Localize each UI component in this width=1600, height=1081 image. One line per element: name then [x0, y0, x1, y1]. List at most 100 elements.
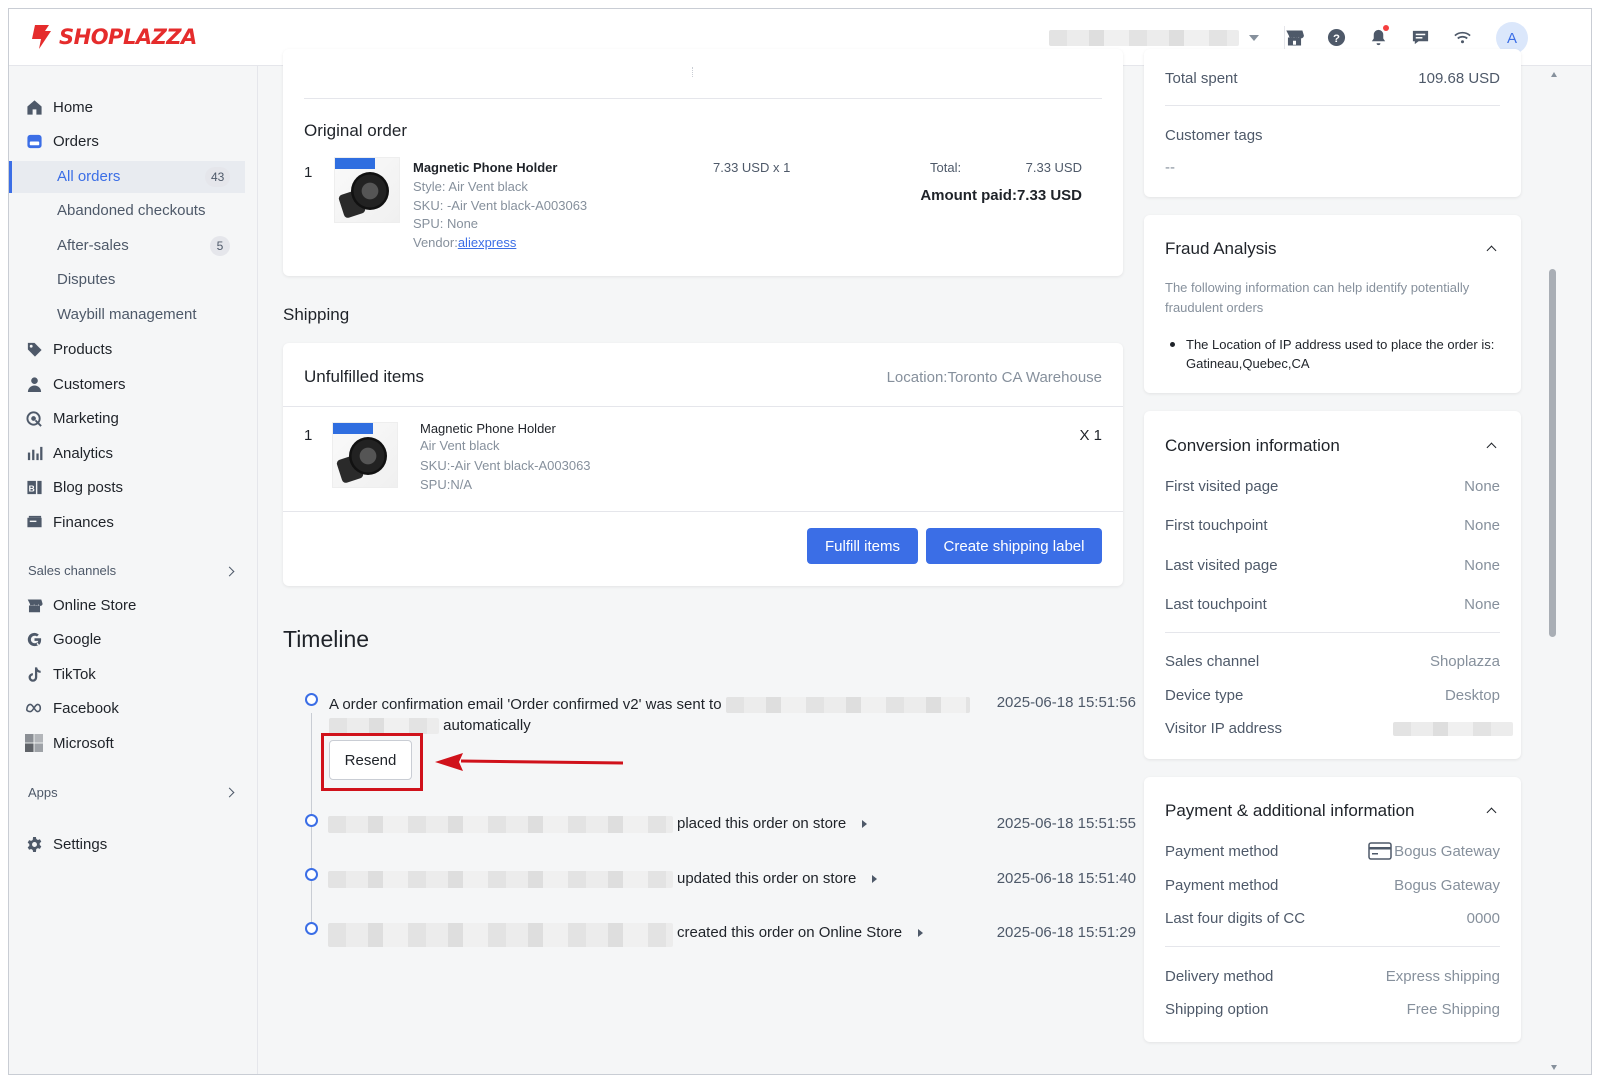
timeline-event[interactable]: created this order on Online Store [677, 924, 924, 941]
scrollbar-thumb[interactable] [1549, 269, 1556, 637]
payment-method-label: Payment method [1165, 877, 1279, 894]
sidebar-item-label: Settings [53, 835, 108, 853]
chat-icon[interactable] [1408, 25, 1432, 49]
divider [692, 67, 693, 77]
product-vendor: Vendor:aliexpress [413, 235, 516, 250]
timeline-event[interactable]: placed this order on store [677, 815, 868, 832]
thumbnail-disc [349, 437, 387, 475]
bar-chart-icon [25, 444, 43, 462]
product-spu: SPU: None [413, 216, 479, 231]
timeline-dot [305, 868, 318, 881]
resend-button[interactable]: Resend [329, 740, 412, 780]
sidebar-item-orders[interactable]: Orders [25, 132, 99, 150]
divider [283, 511, 1123, 512]
redacted-actor [328, 871, 673, 888]
total-label: Total: [930, 160, 962, 175]
redacted-ip-address [1393, 722, 1513, 736]
timeline-event-suffix: automatically [443, 717, 531, 734]
scroll-down-arrow-icon[interactable] [1551, 1065, 1557, 1070]
store-icon [25, 596, 43, 614]
timeline-timestamp: 2025-06-18 15:51:56 [996, 694, 1136, 711]
sidebar-item-abandoned-checkouts[interactable]: Abandoned checkouts [57, 202, 205, 219]
timeline-event[interactable]: updated this order on store [677, 870, 878, 887]
chevron-down-icon [1249, 35, 1259, 41]
last-touchpoint-value: None [1464, 596, 1500, 613]
delivery-method-value: Express shipping [1385, 968, 1500, 985]
chevron-right-icon[interactable] [224, 566, 235, 577]
product-name[interactable]: Magnetic Phone Holder [413, 160, 557, 175]
chevron-up-icon[interactable] [1486, 442, 1497, 453]
shipping-option-label: Shipping option [1165, 1001, 1269, 1018]
conversion-title: Conversion information [1165, 436, 1340, 455]
sidebar-item-label: Analytics [53, 444, 114, 462]
bell-icon[interactable] [1366, 25, 1390, 49]
sidebar-item-home[interactable]: Home [25, 98, 93, 116]
sidebar-item-facebook[interactable]: Facebook [25, 699, 119, 717]
first-visited-page-value: None [1464, 478, 1500, 495]
payment-title: Payment & additional information [1165, 801, 1415, 820]
sidebar-item-label: TikTok [53, 665, 96, 683]
shipping-heading: Shipping [283, 305, 350, 324]
product-spu: SPU:N/A [420, 477, 473, 492]
fraud-ip-location: The Location of IP address used to place… [1186, 337, 1495, 371]
caret-right-icon[interactable] [872, 875, 878, 883]
caret-right-icon[interactable] [862, 820, 868, 828]
sidebar-item-finances[interactable]: Finances [25, 513, 114, 531]
line-item-index: 1 [304, 164, 313, 181]
product-style: Style: Air Vent black [413, 179, 528, 194]
chevron-up-icon[interactable] [1486, 807, 1497, 818]
shoplazza-logo[interactable]: SHOPLAZZA [29, 23, 197, 51]
annotation-arrow-icon [435, 753, 624, 771]
divider [1165, 946, 1500, 947]
product-thumbnail[interactable] [334, 157, 400, 223]
sidebar-item-all-orders[interactable]: All orders [57, 168, 120, 185]
device-type-value: Desktop [1444, 687, 1500, 704]
sidebar-item-after-sales[interactable]: After-sales [57, 237, 129, 254]
timeline-timestamp: 2025-06-18 15:51:55 [996, 815, 1136, 832]
unit-price: 7.33 USD x 1 [713, 160, 791, 175]
sidebar-item-products[interactable]: Products [25, 340, 112, 358]
sidebar-item-blog-posts[interactable]: B Blog posts [25, 478, 123, 496]
sidebar-item-waybill-management[interactable]: Waybill management [57, 306, 197, 323]
count-badge: 43 [205, 167, 231, 187]
meta-icon [25, 699, 43, 717]
sidebar-item-label: All orders [57, 168, 121, 185]
delivery-method-label: Delivery method [1165, 968, 1274, 985]
tiktok-icon [25, 665, 43, 683]
total-spent-value: 109.68 USD [1418, 70, 1500, 87]
sidebar-item-microsoft[interactable]: Microsoft [25, 734, 114, 752]
marketing-icon [25, 409, 43, 427]
customer-tags-label: Customer tags [1165, 127, 1263, 144]
sidebar-item-label: Google [53, 630, 102, 648]
store-switcher[interactable] [1049, 29, 1264, 47]
create-shipping-label-button[interactable]: Create shipping label [926, 528, 1102, 564]
sidebar-item-tiktok[interactable]: TikTok [25, 665, 96, 683]
sidebar-item-customers[interactable]: Customers [25, 375, 126, 393]
sidebar-item-google[interactable]: Google [25, 630, 101, 648]
sidebar-item-online-store[interactable]: Online Store [25, 596, 136, 614]
thumbnail-disc [351, 172, 389, 210]
sidebar-item-marketing[interactable]: Marketing [25, 409, 119, 427]
product-thumbnail[interactable] [332, 422, 398, 488]
conversion-card: Conversion information First visited pag… [1144, 411, 1521, 759]
item-quantity: X 1 [1079, 427, 1102, 444]
chevron-right-icon[interactable] [224, 787, 235, 798]
wifi-icon[interactable] [1450, 25, 1474, 49]
store-icon[interactable] [1282, 25, 1306, 49]
caret-right-icon[interactable] [918, 929, 924, 937]
brand-name: SHOPLAZZA [59, 25, 197, 49]
vendor-link[interactable]: aliexpress [458, 235, 517, 250]
sidebar-item-settings[interactable]: Settings [25, 835, 107, 853]
fulfill-items-button[interactable]: Fulfill items [807, 528, 918, 564]
help-icon[interactable]: ? [1324, 25, 1348, 49]
product-name[interactable]: Magnetic Phone Holder [420, 421, 556, 436]
total-value: 7.33 USD [1025, 160, 1082, 175]
sidebar-item-disputes[interactable]: Disputes [57, 271, 115, 288]
scroll-up-arrow-icon[interactable] [1551, 72, 1557, 77]
last-visited-page-value: None [1464, 557, 1500, 574]
redacted-actor [328, 923, 673, 947]
chevron-up-icon[interactable] [1486, 245, 1497, 256]
sidebar-item-label: Online Store [53, 596, 137, 614]
sidebar-item-analytics[interactable]: Analytics [25, 444, 113, 462]
product-sku: SKU:-Air Vent black-A003063 [420, 458, 591, 473]
